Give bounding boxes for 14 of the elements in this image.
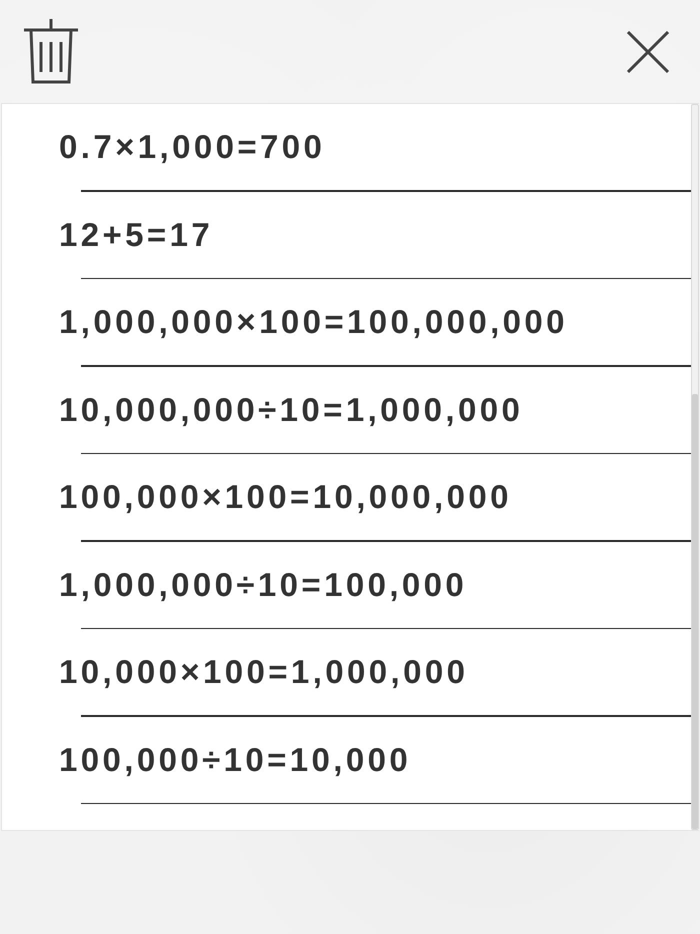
scrollbar-track[interactable] xyxy=(691,104,699,830)
history-entry: 12+5=17 xyxy=(59,214,214,255)
delete-button[interactable] xyxy=(23,18,79,84)
trash-icon xyxy=(23,18,79,84)
scrollbar-thumb[interactable] xyxy=(692,394,698,829)
history-entry: 0.7×1,000=700 xyxy=(59,127,326,168)
history-entry: 100,000÷10=10,000 xyxy=(59,740,412,780)
history-entry: 10,000×100=1,000,000 xyxy=(59,652,468,692)
history-entry: 10,000,000÷10=1,000,000 xyxy=(59,390,524,430)
history-entry: 1,000,000×100=100,000,000 xyxy=(59,302,568,342)
close-icon xyxy=(627,31,669,73)
history-entry: 1,000,000÷10=100,000 xyxy=(59,564,468,605)
close-button[interactable] xyxy=(627,31,669,73)
history-entry: 100,000×100=10,000,000 xyxy=(59,477,512,518)
